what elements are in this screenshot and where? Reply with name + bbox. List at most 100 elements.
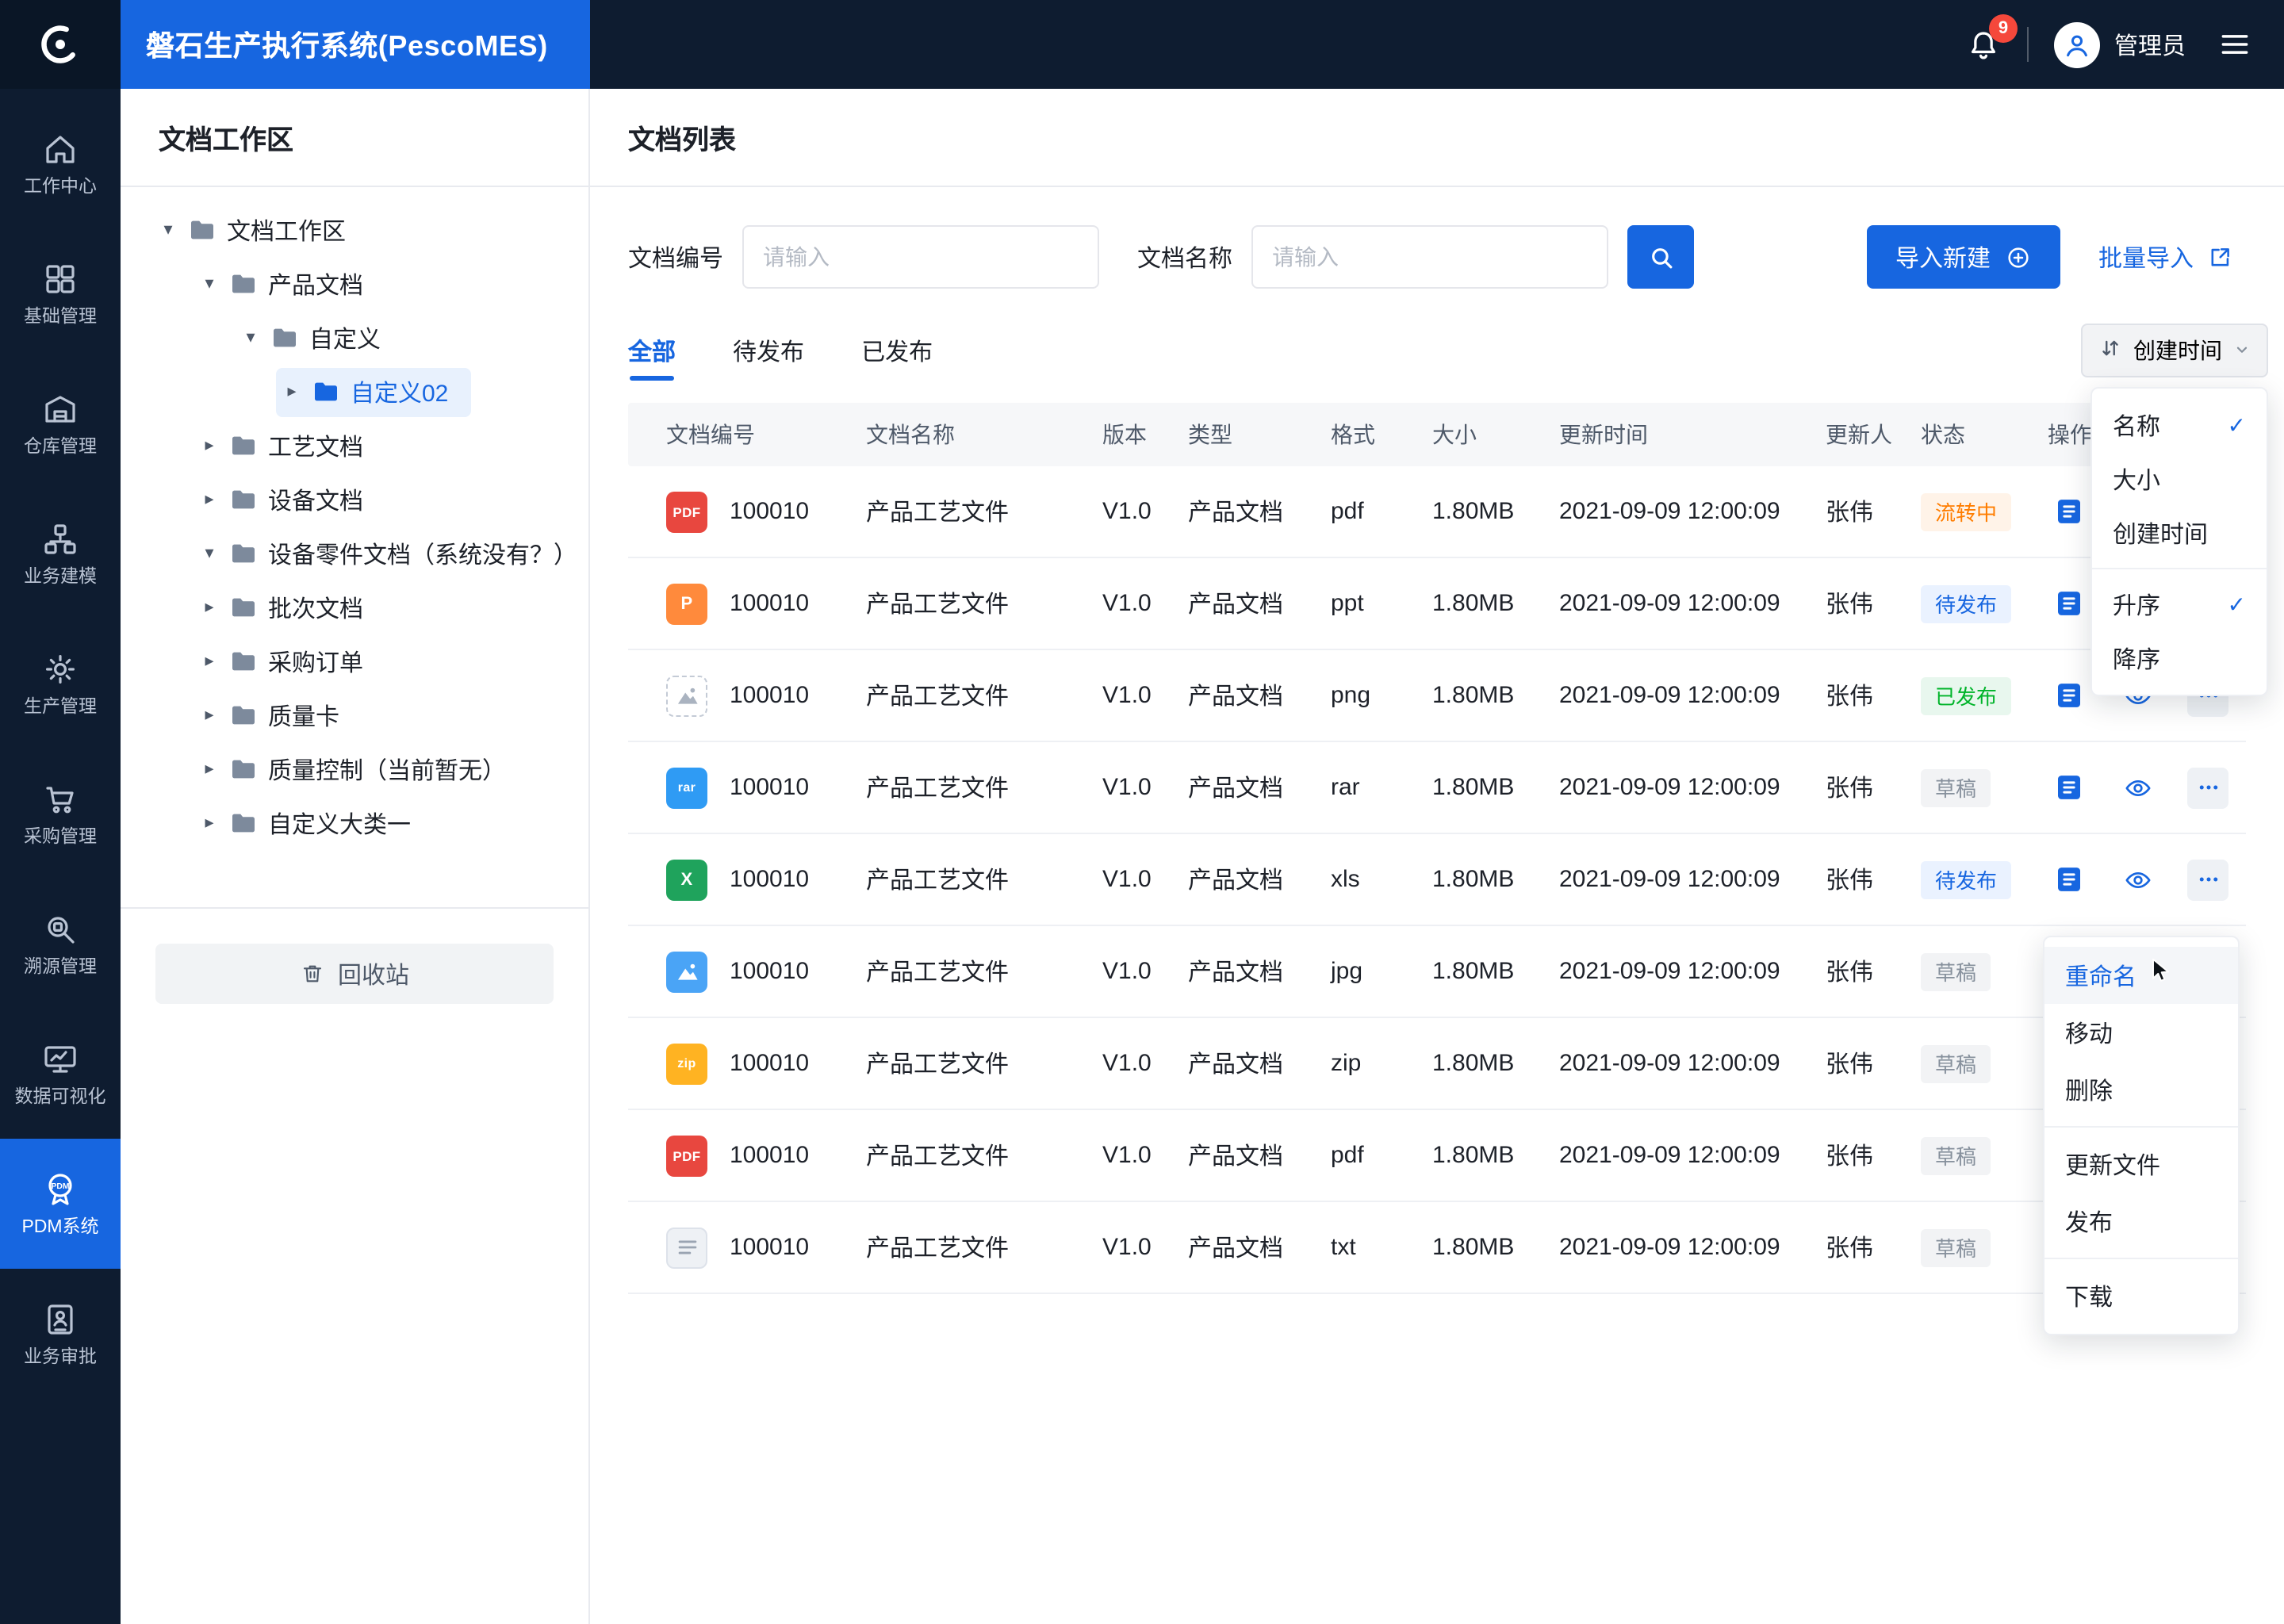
nav-item-home[interactable]: 工作中心 — [0, 98, 121, 228]
context-menu-item[interactable]: 更新文件 — [2044, 1136, 2238, 1193]
nav-item-trace[interactable]: 溯源管理 — [0, 879, 121, 1009]
caret-right-icon[interactable]: ▸ — [282, 382, 301, 400]
table-row: X 100010 产品工艺文件 V1.0 产品文档 xls 1.80MB 202… — [628, 834, 2246, 926]
file-type-icon-pdf: PDF — [666, 491, 707, 532]
caret-down-icon[interactable]: ▾ — [241, 328, 260, 347]
doc-updater: 张伟 — [1826, 776, 1874, 802]
import-new-button[interactable]: 导入新建 — [1866, 225, 2060, 289]
status-badge: 草稿 — [1921, 768, 1991, 806]
tree-item[interactable]: ▸ 采购订单 — [121, 634, 588, 688]
document-detail-button[interactable] — [2048, 583, 2089, 624]
caret-right-icon[interactable]: ▸ — [200, 814, 219, 832]
hamburger-menu-button[interactable] — [2217, 27, 2252, 62]
doc-name-input[interactable] — [1251, 225, 1609, 289]
column-header: 类型 — [1188, 422, 1232, 447]
doc-size: 1.80MB — [1432, 682, 1515, 709]
context-menu-item[interactable]: 重命名 — [2044, 947, 2238, 1004]
tree-item[interactable]: ▸ 质量卡 — [121, 688, 588, 742]
doc-updater: 张伟 — [1826, 1143, 1874, 1170]
home-icon — [41, 130, 79, 168]
tree-item[interactable]: ▾ 自定义 — [121, 311, 588, 365]
nav-item-production[interactable]: 生产管理 — [0, 619, 121, 749]
doc-no-input[interactable] — [742, 225, 1100, 289]
mouse-cursor — [2146, 956, 2175, 985]
more-actions-button[interactable] — [2187, 767, 2228, 808]
sort-field-option[interactable]: 大小 — [2092, 452, 2267, 506]
caret-down-icon[interactable]: ▾ — [159, 220, 178, 239]
folder-icon — [230, 704, 257, 726]
doc-number: 100010 — [730, 498, 810, 525]
column-header: 更新人 — [1826, 422, 1892, 447]
nav-item-purchase[interactable]: 采购管理 — [0, 749, 121, 879]
doc-size: 1.80MB — [1432, 1234, 1515, 1261]
doc-size: 1.80MB — [1432, 774, 1515, 801]
sort-field-option[interactable]: 名称 ✓ — [2092, 398, 2267, 452]
tree-item-label: 产品文档 — [268, 272, 364, 299]
column-header: 格式 — [1331, 422, 1375, 447]
nav-item-grid[interactable]: 基础管理 — [0, 228, 121, 358]
caret-right-icon[interactable]: ▸ — [200, 706, 219, 724]
nav-item-warehouse[interactable]: 仓库管理 — [0, 358, 121, 488]
user-menu[interactable]: 管理员 — [2053, 21, 2186, 67]
sort-order-option[interactable]: 降序 — [2092, 631, 2267, 685]
tab-0[interactable]: 全部 — [628, 320, 676, 381]
context-menu-item[interactable]: 下载 — [2044, 1267, 2238, 1324]
tree-item[interactable]: ▾ 文档工作区 — [121, 203, 588, 257]
sort-option-label: 降序 — [2113, 646, 2161, 673]
doc-size: 1.80MB — [1432, 590, 1515, 617]
document-detail-button[interactable] — [2048, 859, 2089, 900]
folder-icon — [230, 596, 257, 619]
document-detail-button[interactable] — [2048, 491, 2089, 532]
tree-item[interactable]: ▾ 产品文档 — [121, 257, 588, 311]
context-menu-item[interactable]: 移动 — [2044, 1004, 2238, 1061]
doc-version: V1.0 — [1102, 1142, 1152, 1169]
trace-icon — [41, 910, 79, 948]
more-actions-button[interactable] — [2187, 859, 2228, 900]
context-menu-item[interactable]: 发布 — [2044, 1193, 2238, 1250]
approval-icon — [41, 1300, 79, 1339]
tree-item[interactable]: ▸ 工艺文档 — [121, 419, 588, 473]
nav-item-pdm[interactable]: PDM PDM系统 — [0, 1139, 121, 1269]
tab-2[interactable]: 已发布 — [861, 320, 933, 381]
doc-updated-time: 2021-09-09 12:00:09 — [1559, 590, 1780, 617]
caret-right-icon[interactable]: ▸ — [200, 490, 219, 508]
nav-item-label: 采购管理 — [24, 827, 97, 847]
tree-item[interactable]: ▸ 批次文档 — [121, 580, 588, 634]
context-menu-item[interactable]: 删除 — [2044, 1061, 2238, 1118]
tree-item[interactable]: ▸ 设备文档 — [121, 473, 588, 527]
notifications-button[interactable]: 9 — [1965, 13, 2018, 63]
tree-item[interactable]: ▸ 质量控制（当前暂无） — [121, 742, 588, 796]
sort-dropdown-button[interactable]: 创建时间 — [2081, 324, 2268, 377]
status-badge: 草稿 — [1921, 1044, 1991, 1082]
nav-item-approval[interactable]: 业务审批 — [0, 1269, 121, 1399]
warehouse-icon — [41, 390, 79, 428]
sort-order-option[interactable]: 升序 ✓ — [2092, 577, 2267, 631]
doc-type: 产品文档 — [1188, 1235, 1284, 1262]
plus-circle-icon — [2008, 247, 2029, 267]
preview-button[interactable] — [2117, 859, 2159, 900]
recycle-bin-button[interactable]: 回收站 — [155, 944, 554, 1004]
sort-field-option[interactable]: 创建时间 — [2092, 506, 2267, 560]
user-name: 管理员 — [2113, 33, 2186, 59]
search-button[interactable] — [1627, 225, 1695, 289]
file-type-icon-xls: X — [666, 859, 707, 900]
tree-item[interactable]: ▸ 自定义大类一 — [121, 796, 588, 850]
caret-right-icon[interactable]: ▸ — [200, 436, 219, 454]
caret-right-icon[interactable]: ▸ — [200, 652, 219, 670]
caret-right-icon[interactable]: ▸ — [200, 598, 219, 616]
caret-right-icon[interactable]: ▸ — [200, 760, 219, 778]
doc-updater: 张伟 — [1826, 959, 1874, 986]
caret-down-icon[interactable]: ▾ — [200, 274, 219, 293]
document-detail-button[interactable] — [2048, 767, 2089, 808]
file-ext-glyph: P — [680, 594, 693, 613]
nav-item-modeling[interactable]: 业务建模 — [0, 488, 121, 619]
document-detail-button[interactable] — [2048, 675, 2089, 716]
tree-item[interactable]: ▾ 设备零件文档（系统没有？） — [121, 527, 588, 580]
batch-import-button[interactable]: 批量导入 — [2085, 225, 2246, 289]
tab-1[interactable]: 待发布 — [733, 320, 804, 381]
tree-item[interactable]: ▸ 自定义02 — [121, 365, 588, 419]
preview-button[interactable] — [2117, 767, 2159, 808]
nav-item-dataviz[interactable]: 数据可视化 — [0, 1009, 121, 1139]
recycle-bin-label: 回收站 — [337, 962, 409, 989]
caret-down-icon[interactable]: ▾ — [200, 544, 219, 562]
